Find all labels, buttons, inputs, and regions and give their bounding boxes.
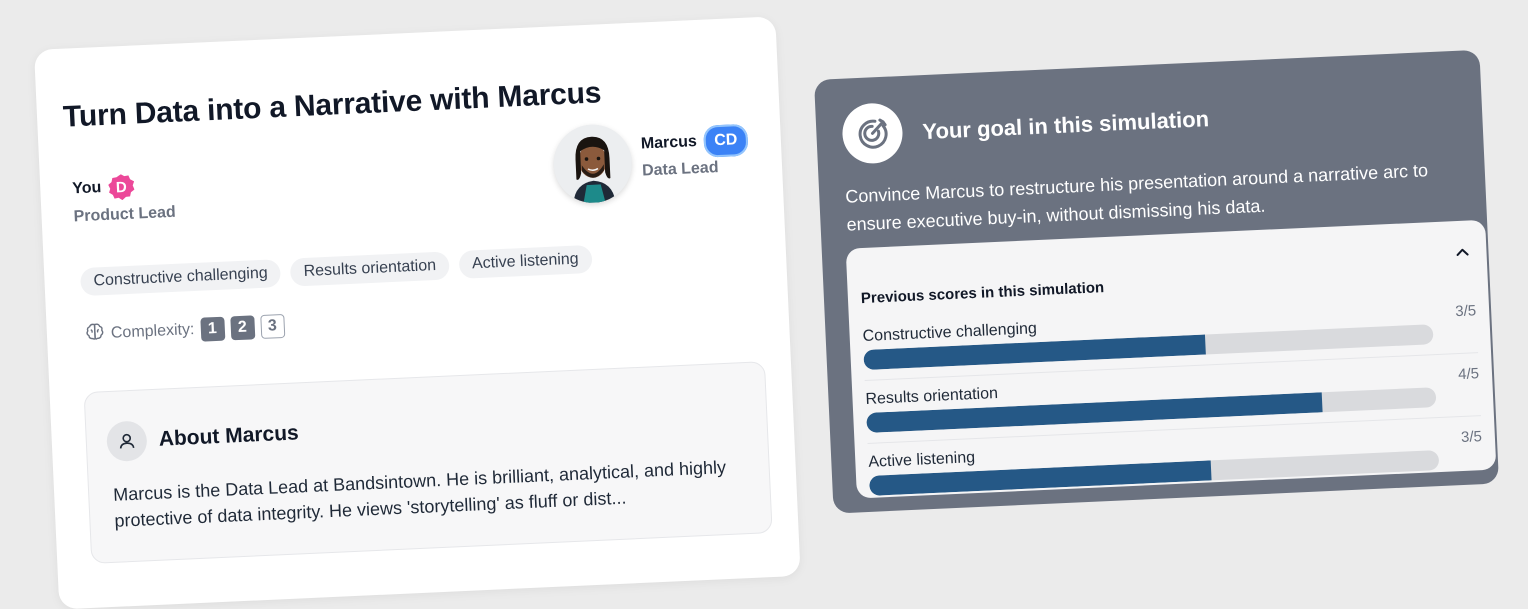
skill-tags: Constructive challenging Results orienta… bbox=[79, 244, 593, 297]
participant-name: You bbox=[71, 179, 102, 198]
score-label: Active listening bbox=[868, 449, 976, 471]
about-title: About Marcus bbox=[158, 421, 300, 451]
score-value: 3/5 bbox=[1454, 302, 1477, 321]
complexity-level-2: 2 bbox=[229, 314, 255, 340]
brain-icon bbox=[84, 321, 105, 347]
skill-tag: Constructive challenging bbox=[79, 259, 282, 297]
participant-role: Product Lead bbox=[73, 203, 177, 226]
about-description: Marcus is the Data Lead at Bandsintown. … bbox=[112, 457, 727, 531]
score-value: 4/5 bbox=[1457, 365, 1480, 384]
score-value: 3/5 bbox=[1460, 428, 1483, 447]
previous-scores-panel: Previous scores in this simulation Const… bbox=[845, 219, 1497, 499]
complexity-level-1: 1 bbox=[199, 316, 225, 342]
complexity-level-3: 3 bbox=[259, 313, 285, 339]
skill-tag: Results orientation bbox=[290, 251, 450, 287]
simulation-card: Turn Data into a Narrative with Marcus Y… bbox=[34, 16, 801, 609]
score-label: Constructive challenging bbox=[862, 320, 1038, 346]
score-label: Results orientation bbox=[865, 384, 999, 408]
marcus-avatar bbox=[552, 123, 634, 205]
user-icon bbox=[105, 420, 148, 463]
about-section: About Marcus Marcus is the Data Lead at … bbox=[83, 361, 773, 564]
skill-tag: Active listening bbox=[458, 244, 593, 279]
user-badge: D bbox=[108, 174, 135, 201]
page-title: Turn Data into a Narrative with Marcus bbox=[62, 76, 602, 134]
goal-card: Your goal in this simulation Convince Ma… bbox=[814, 49, 1500, 514]
target-icon bbox=[841, 102, 904, 165]
goal-title: Your goal in this simulation bbox=[921, 106, 1210, 145]
complexity-indicator: Complexity: 1 2 3 bbox=[84, 313, 285, 347]
participant-name: Marcus bbox=[640, 133, 698, 153]
scores-title: Previous scores in this simulation bbox=[860, 279, 1105, 308]
user-badge: CD bbox=[703, 123, 749, 158]
participant-role: Data Lead bbox=[641, 159, 719, 180]
participant-partner: Marcus CD Data Lead bbox=[640, 123, 749, 181]
participant-you: You D Product Lead bbox=[72, 172, 176, 227]
chevron-up-icon[interactable] bbox=[1454, 244, 1471, 257]
complexity-label: Complexity: bbox=[110, 320, 195, 342]
